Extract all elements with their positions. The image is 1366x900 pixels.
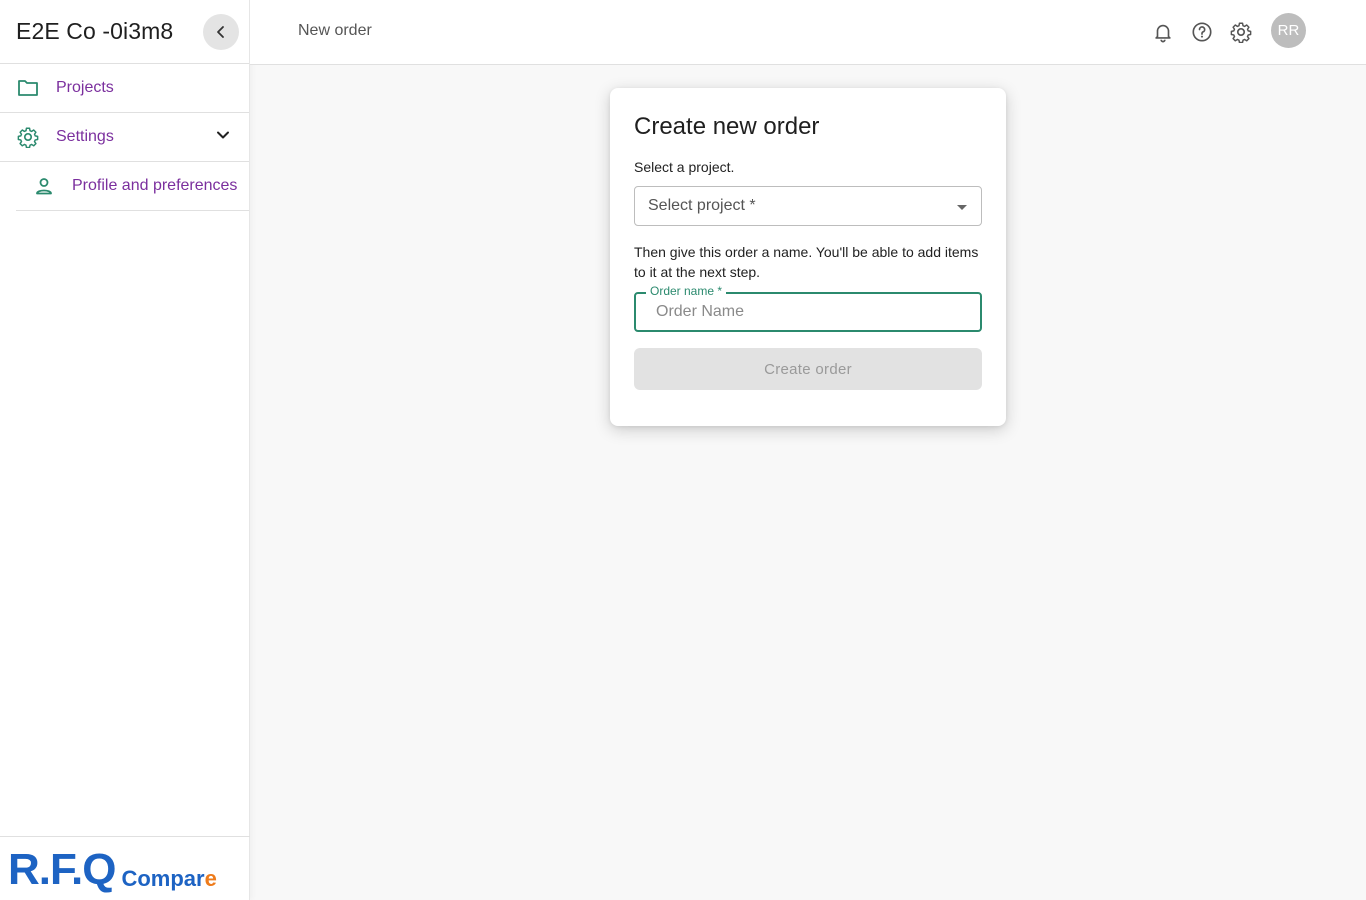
folder-icon [16, 76, 40, 100]
gear-icon [16, 125, 40, 149]
chevron-down-icon [217, 131, 229, 139]
settings-gear-icon[interactable] [1228, 19, 1254, 45]
collapse-sidebar-button[interactable] [203, 13, 239, 50]
bell-icon[interactable] [1150, 19, 1176, 45]
logo-main: R.F.Q [8, 845, 116, 894]
sidebar-item-profile-preferences[interactable]: Profile and preferences [16, 162, 249, 211]
sidebar-item-settings[interactable]: Settings [0, 113, 249, 162]
avatar[interactable]: RR [1271, 13, 1306, 48]
logo-sub: Compare [121, 868, 216, 892]
help-icon[interactable] [1189, 19, 1215, 45]
sidebar-item-label: Profile and preferences [72, 177, 238, 194]
sidebar-item-label: Projects [56, 79, 114, 96]
logo-sub-a: Compar [121, 866, 205, 891]
sidebar: E2E Co -0i3m8 Projects Settings Profile … [0, 0, 250, 900]
card-title: Create new order [634, 113, 820, 140]
top-bar: New order RR [250, 0, 1366, 65]
org-name: E2E Co -0i3m8 [16, 18, 174, 44]
order-name-input[interactable] [636, 294, 980, 330]
select-project-prompt: Select a project. [634, 159, 735, 175]
sidebar-footer: R.F.Q Compare [0, 836, 250, 900]
project-select-placeholder: Select project * [648, 197, 756, 214]
page-title: New order [298, 22, 372, 39]
logo-sub-b: e [204, 866, 217, 891]
chevron-left-icon [217, 25, 224, 38]
person-icon [32, 174, 56, 198]
rfq-compare-logo: R.F.Q Compare [8, 848, 217, 892]
sidebar-item-label: Settings [56, 128, 114, 145]
order-name-label: Order name * [646, 284, 727, 298]
sidebar-header: E2E Co -0i3m8 [0, 0, 249, 64]
create-order-card: Create new order Select a project. Selec… [610, 88, 1006, 426]
order-name-field: Order name * [634, 284, 982, 332]
sidebar-item-projects[interactable]: Projects [0, 64, 249, 113]
project-select[interactable]: Select project * [634, 186, 982, 226]
caret-down-icon [957, 205, 967, 210]
create-order-button[interactable]: Create order [634, 348, 982, 390]
order-name-prompt: Then give this order a name. You'll be a… [634, 244, 979, 280]
